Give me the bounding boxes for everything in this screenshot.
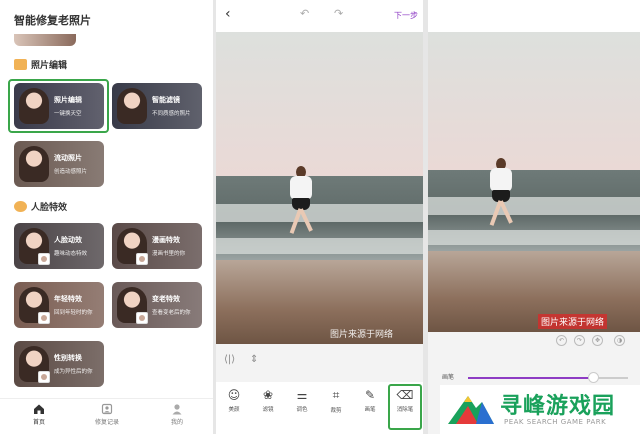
tool-filter[interactable]: ❀ 滤镜	[253, 388, 283, 413]
editor-photo[interactable]: 图片来源于网络	[216, 32, 423, 344]
result-controls: ↶ ↷ ✥ ◑	[428, 332, 640, 350]
card-title: 性别转换	[54, 354, 82, 362]
mini-thumbnail	[38, 253, 50, 265]
watermark-text: 图片来源于网络	[330, 330, 394, 340]
card-subtitle: 不同质感的照片	[152, 111, 191, 117]
portrait-thumbnail	[117, 88, 147, 124]
bottom-tab-bar: 首页 修复记录 我的	[0, 398, 213, 434]
mini-thumbnail	[38, 312, 50, 324]
subject-figure	[488, 158, 518, 228]
app-title: 智能修复老照片	[14, 14, 91, 27]
card-title: 变老特效	[152, 295, 180, 303]
photo-history-icon	[101, 403, 113, 415]
face-effects-icon	[14, 201, 27, 212]
tool-brush[interactable]: ✎ 画笔	[355, 388, 385, 413]
folder-icon	[14, 59, 27, 70]
card-photo-edit[interactable]: 照片编辑 一键换天空	[14, 83, 104, 129]
brush-size-row: 画笔	[428, 368, 640, 386]
result-screen: 图片来源于网络 ↶ ↷ ✥ ◑ 画笔	[428, 0, 640, 434]
adjust-icon: ⚌	[296, 388, 308, 402]
editor-header: ‹ ↶ ↷ 下一步	[216, 0, 423, 32]
compare-strip: ⟨|⟩ ⇕	[216, 344, 423, 380]
partial-card[interactable]	[14, 34, 76, 46]
tab-home[interactable]: 首页	[14, 403, 64, 426]
compare-icon[interactable]: ◑	[614, 335, 625, 346]
brush-icon: ✎	[364, 388, 376, 402]
selected-tool-highlight	[388, 384, 422, 430]
card-subtitle: 趣味动态特效	[54, 251, 88, 257]
brush-size-slider[interactable]	[587, 372, 599, 383]
card-subtitle: 一键换天空	[54, 111, 82, 117]
split-vertical-icon[interactable]: ⇕	[250, 354, 258, 365]
pan-icon[interactable]: ✥	[592, 335, 603, 346]
card-title: 照片编辑	[54, 96, 82, 104]
card-gender-swap[interactable]: 性别转换 成为异性后的你	[14, 341, 104, 387]
redo-icon[interactable]: ↷	[574, 335, 585, 346]
card-smart-filter[interactable]: 智能滤镜 不同质感的照片	[112, 83, 202, 129]
split-horizontal-icon[interactable]: ⟨|⟩	[224, 354, 235, 365]
redo-icon[interactable]: ↷	[334, 7, 343, 20]
card-title: 智能滤镜	[152, 96, 180, 104]
portrait-thumbnail	[19, 146, 49, 182]
logo-name: 寻峰游戏园	[500, 394, 616, 419]
card-subtitle: 创造动感照片	[54, 169, 88, 175]
card-subtitle: 回到年轻时的你	[54, 310, 93, 316]
card-title: 流动照片	[54, 154, 82, 162]
card-subtitle: 成为异性后的你	[54, 369, 93, 375]
watermark-text: 图片来源于网络	[538, 314, 608, 329]
mini-thumbnail	[38, 371, 50, 383]
user-icon	[172, 404, 182, 415]
brush-size-fill	[468, 377, 593, 379]
face-icon: ☺	[227, 388, 241, 402]
card-comic-effect[interactable]: 漫画特效 漫画书里的你	[112, 223, 202, 269]
tab-profile[interactable]: 我的	[152, 403, 202, 426]
result-photo[interactable]: 图片来源于网络	[428, 32, 640, 332]
home-screen: 智能修复老照片 照片编辑 照片编辑 一键换天空 智能滤镜 不同质感的照片 流动照…	[0, 0, 213, 434]
back-arrow-icon[interactable]: ‹	[225, 6, 231, 22]
editor-screen: ‹ ↶ ↷ 下一步 图片来源于网络 ⟨|⟩ ⇕ ☺ 美颜 ❀ 滤镜 ⚌ 调色 ⌗…	[216, 0, 423, 434]
card-title: 漫画特效	[152, 236, 180, 244]
mini-thumbnail	[136, 312, 148, 324]
card-young-effect[interactable]: 年轻特效 回到年轻时的你	[14, 282, 104, 328]
tab-history[interactable]: 修复记录	[82, 403, 132, 426]
next-step-button[interactable]: 下一步	[394, 10, 418, 21]
filter-icon: ❀	[262, 388, 274, 402]
subject-figure	[288, 166, 318, 236]
tool-crop[interactable]: ⌗ 裁剪	[321, 388, 351, 414]
tool-beauty[interactable]: ☺ 美颜	[219, 388, 249, 413]
mini-thumbnail	[136, 253, 148, 265]
section-heading-face-effects: 人脸特效	[14, 200, 67, 213]
card-title: 年轻特效	[54, 295, 82, 303]
card-subtitle: 漫画书里的你	[152, 251, 186, 257]
card-face-animation[interactable]: 人脸动效 趣味动态特效	[14, 223, 104, 269]
undo-icon[interactable]: ↶	[556, 335, 567, 346]
card-motion-photo[interactable]: 流动照片 创造动感照片	[14, 141, 104, 187]
card-subtitle: 查看变老后的你	[152, 310, 191, 316]
portrait-thumbnail	[19, 88, 49, 124]
section-heading-photo-edit: 照片编辑	[14, 58, 67, 71]
site-logo: 寻峰游戏园 PEAK SEARCH GAME PARK	[440, 385, 640, 434]
card-title: 人脸动效	[54, 236, 82, 244]
result-header	[428, 0, 640, 32]
brush-label: 画笔	[442, 374, 455, 381]
mountain-logo-icon	[448, 396, 494, 424]
crop-icon: ⌗	[332, 388, 340, 402]
card-aging-effect[interactable]: 变老特效 查看变老后的你	[112, 282, 202, 328]
logo-subtitle: PEAK SEARCH GAME PARK	[504, 418, 607, 426]
undo-icon[interactable]: ↶	[300, 7, 309, 20]
tool-adjust[interactable]: ⚌ 调色	[287, 388, 317, 413]
home-icon	[34, 404, 44, 414]
